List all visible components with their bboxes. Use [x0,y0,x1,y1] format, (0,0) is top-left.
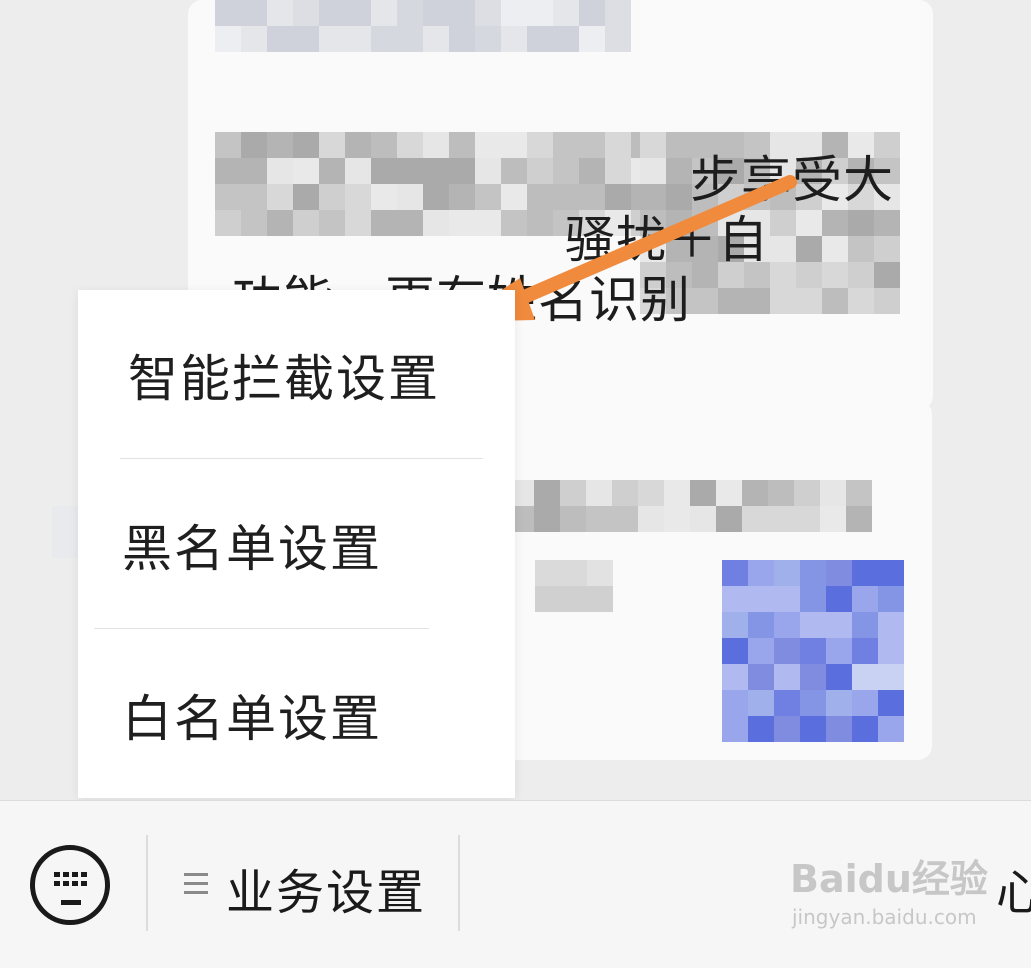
business-settings-label: 业务设置 [226,865,427,921]
watermark-brand: Baidu经验 [790,857,988,901]
menu-divider [94,628,429,629]
hamburger-icon [184,873,208,897]
baidu-jingyan-watermark: Baidu经验 jingyan.baidu.com [790,848,988,929]
menu-item-label: 白名单设置 [122,690,382,748]
menu-item-blacklist-settings[interactable]: 黑名单设置 [78,460,515,630]
menu-item-smart-block-settings[interactable]: 智能拦截设置 [78,290,515,460]
bar-divider [146,835,148,931]
menu-item-label: 黑名单设置 [122,520,382,578]
bottom-menu-item-redacted[interactable] [480,831,780,941]
bottom-menu-item-partial[interactable]: 心 [996,853,1031,923]
business-settings-button[interactable]: 业务设置 [170,831,450,941]
keyboard-toggle-button[interactable] [30,845,110,925]
popup-menu: 智能拦截设置 黑名单设置 白名单设置 [78,290,515,798]
keyboard-spacebar [61,900,81,905]
menu-item-whitelist-settings[interactable]: 白名单设置 [78,630,515,800]
watermark-url: jingyan.baidu.com [792,905,977,929]
menu-divider [120,458,483,459]
menu-item-label: 智能拦截设置 [128,350,440,408]
keyboard-icon [54,872,88,894]
bar-divider [458,835,460,931]
